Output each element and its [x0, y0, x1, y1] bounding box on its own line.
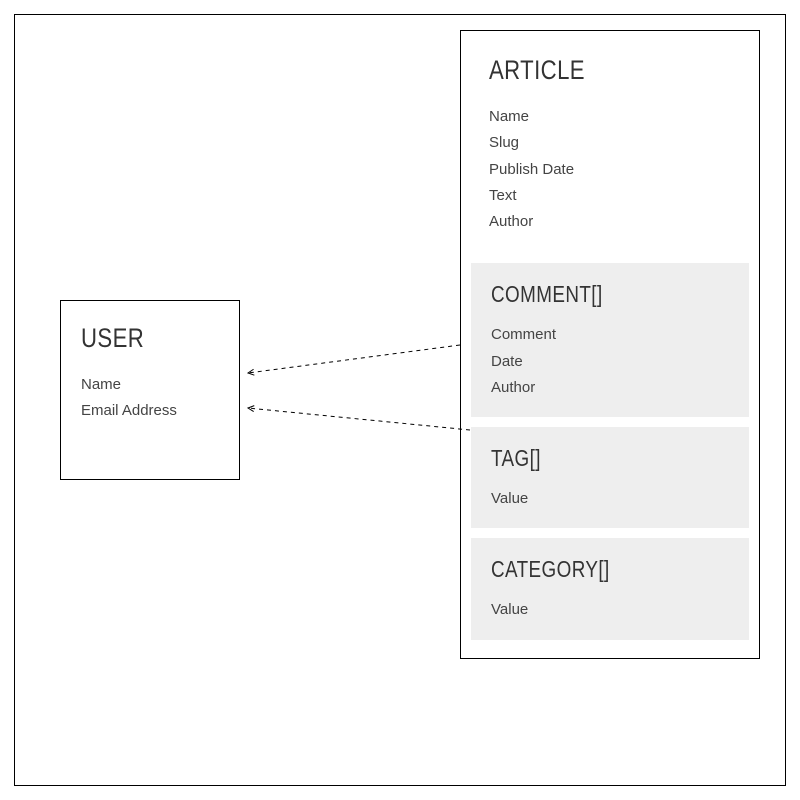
entity-tag-fields: Value — [491, 486, 729, 512]
entity-category-title: CATEGORY[] — [491, 556, 686, 583]
entity-user: USER Name Email Address — [60, 300, 240, 480]
entity-article-fields: Name Slug Publish Date Text Author — [489, 104, 731, 235]
entity-user-fields: Name Email Address — [81, 372, 219, 425]
entity-user-title: USER — [81, 323, 194, 354]
entity-tag-title: TAG[] — [491, 445, 686, 472]
entity-tag: TAG[] Value — [471, 427, 749, 528]
entity-article: ARTICLE Name Slug Publish Date Text Auth… — [460, 30, 760, 659]
entity-category: CATEGORY[] Value — [471, 538, 749, 639]
field-item: Name — [489, 104, 731, 130]
field-item: Name — [81, 372, 219, 398]
entity-comment-title: COMMENT[] — [491, 281, 686, 308]
field-item: Email Address — [81, 398, 219, 424]
entity-category-fields: Value — [491, 597, 729, 623]
field-item: Author — [491, 375, 729, 401]
field-item: Comment — [491, 322, 729, 348]
entity-article-title: ARTICLE — [489, 55, 687, 86]
field-item: Date — [491, 349, 729, 375]
field-item: Slug — [489, 130, 731, 156]
field-item: Text — [489, 183, 731, 209]
field-item: Author — [489, 209, 731, 235]
entity-article-main: ARTICLE Name Slug Publish Date Text Auth… — [461, 31, 759, 253]
entity-comment-fields: Comment Date Author — [491, 322, 729, 401]
field-item: Value — [491, 486, 729, 512]
entity-comment: COMMENT[] Comment Date Author — [471, 263, 749, 417]
field-item: Publish Date — [489, 157, 731, 183]
field-item: Value — [491, 597, 729, 623]
